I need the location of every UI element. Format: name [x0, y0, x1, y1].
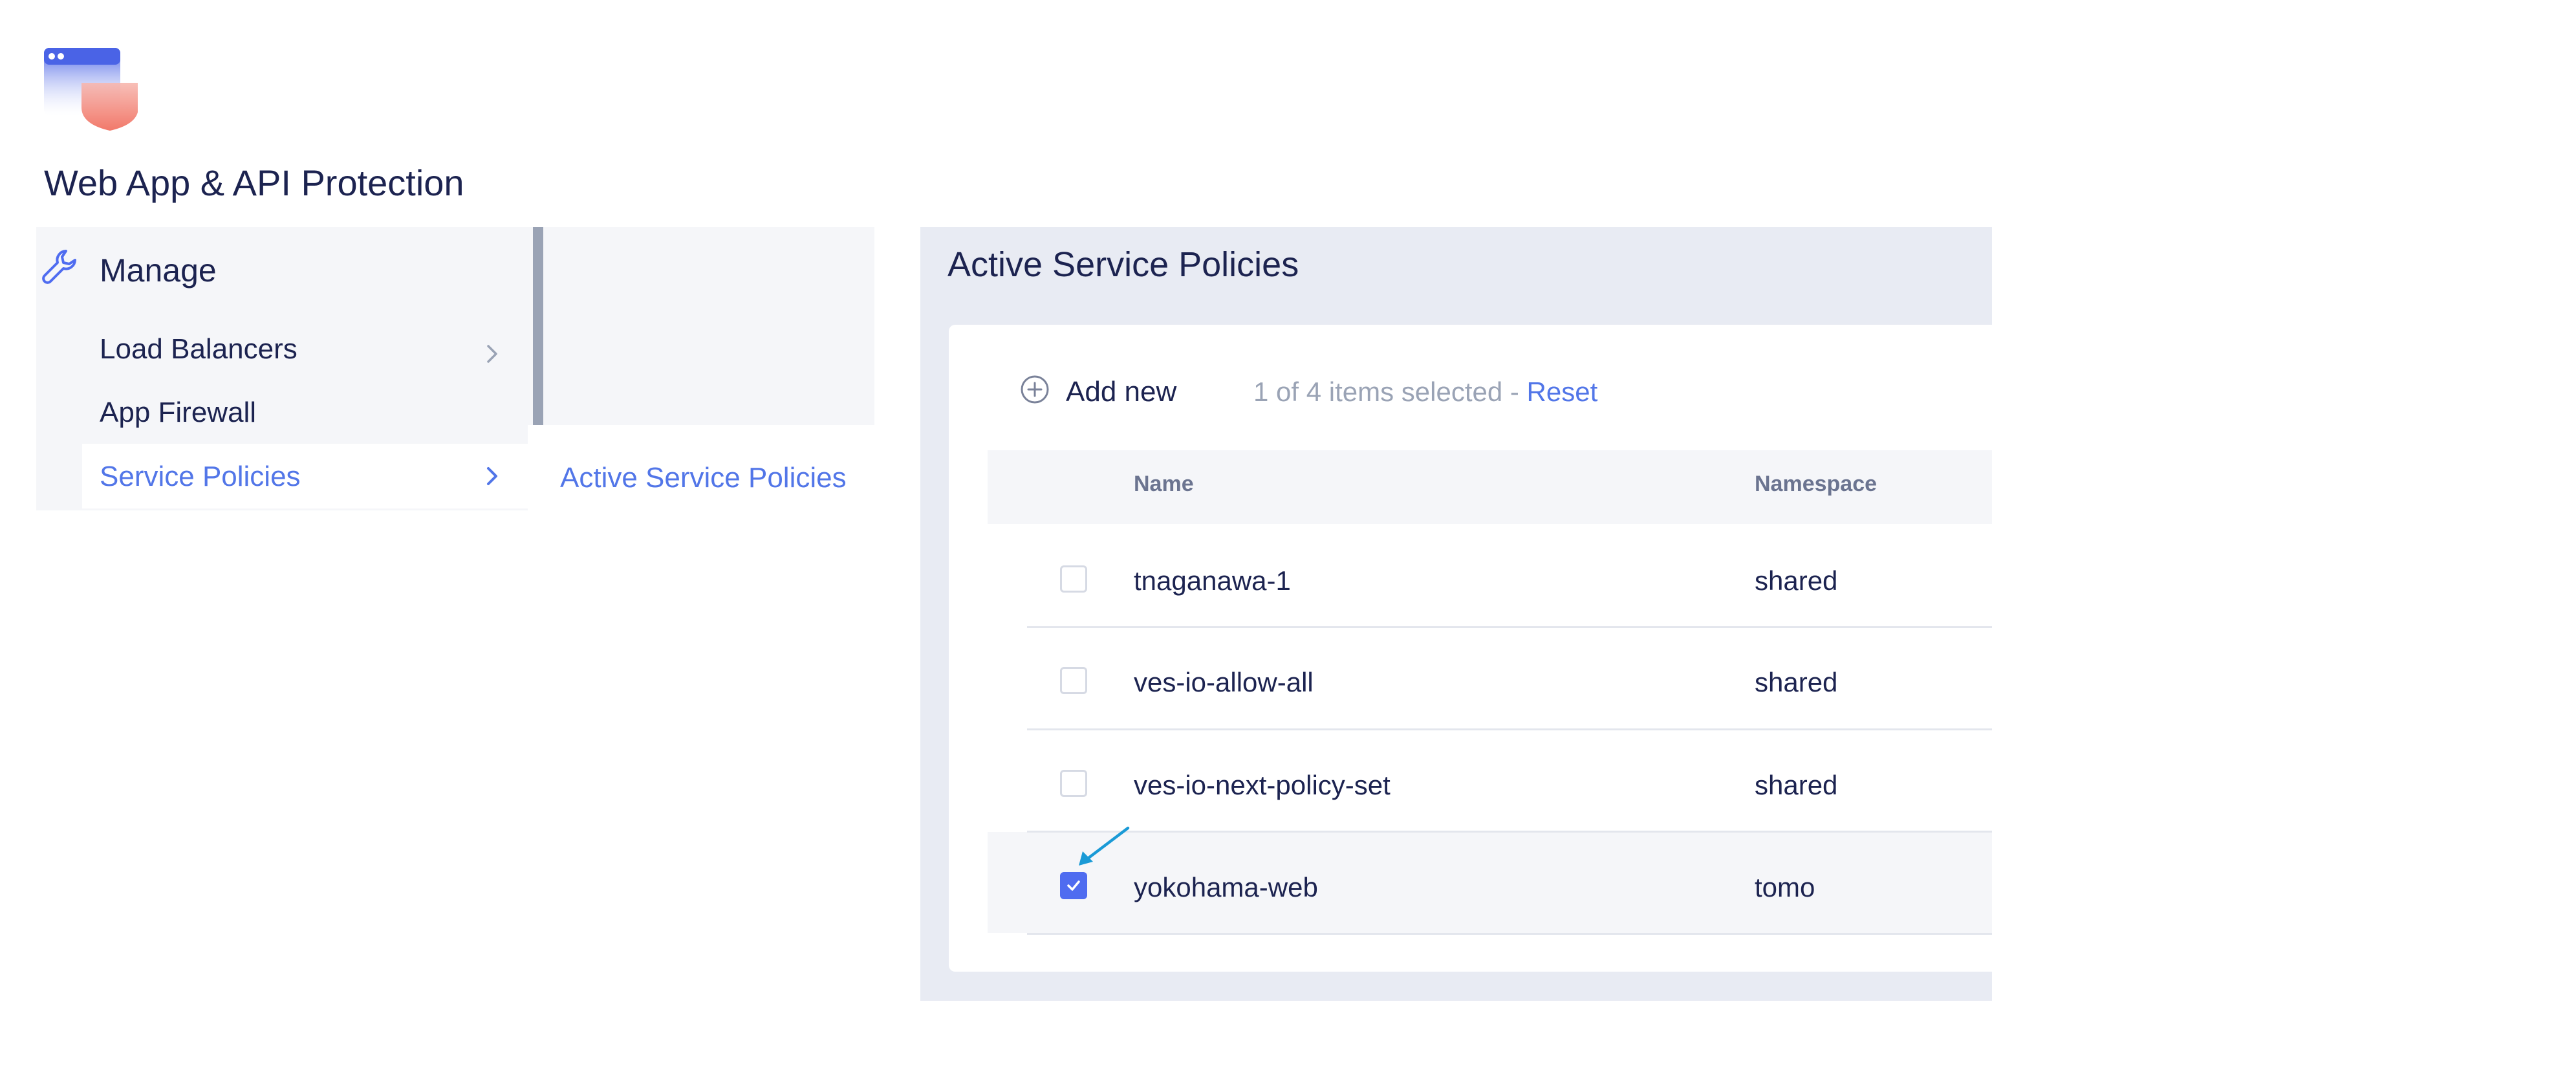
column-header-namespace[interactable]: Namespace: [1755, 472, 1877, 497]
table-cell-namespace: shared: [1755, 667, 1838, 697]
app-title: Web App & API Protection: [44, 162, 464, 203]
wrench-icon: [40, 247, 79, 286]
sidebar-item-label[interactable]: Service Policies: [100, 461, 301, 493]
row-divider: [1027, 728, 1992, 730]
sidebar-scrollbar[interactable]: [533, 227, 543, 426]
add-new-button[interactable]: Add new: [1066, 376, 1176, 408]
table-cell-name[interactable]: yokohama-web: [1134, 872, 1318, 903]
table-cell-name[interactable]: ves-io-allow-all: [1134, 667, 1314, 698]
annotation-arrow-icon: [1079, 826, 1130, 866]
row-checkbox[interactable]: [1060, 667, 1087, 694]
submenu-item-label[interactable]: Active Service Policies: [560, 462, 847, 494]
reset-link[interactable]: Reset: [1527, 377, 1598, 407]
submenu-panel: [543, 227, 874, 426]
sidebar-section-manage[interactable]: Manage: [100, 252, 217, 289]
check-icon: [1067, 880, 1080, 891]
page-title: Active Service Policies: [947, 245, 1299, 284]
row-checkbox[interactable]: [1060, 770, 1087, 797]
sidebar-item-app-firewall[interactable]: App Firewall: [100, 397, 256, 429]
chevron-right-icon: [487, 345, 497, 363]
column-header-name[interactable]: Name: [1134, 472, 1194, 497]
row-divider: [1027, 933, 1992, 935]
table-cell-name[interactable]: tnaganawa-1: [1134, 565, 1291, 596]
table-cell-name[interactable]: ves-io-next-policy-set: [1134, 770, 1391, 801]
selection-count-text: 1 of 4 items selected -: [1253, 377, 1527, 407]
row-checkbox-checked[interactable]: [1060, 872, 1087, 899]
row-checkbox[interactable]: [1060, 565, 1087, 593]
row-divider: [1027, 626, 1992, 628]
sidebar-item-load-balancers[interactable]: Load Balancers: [100, 333, 298, 366]
plus-circle-icon[interactable]: [1019, 374, 1050, 405]
row-divider: [1027, 831, 1992, 833]
web-app-shield-icon: [44, 48, 138, 131]
table-cell-namespace: tomo: [1755, 872, 1815, 902]
chevron-right-icon: [487, 467, 497, 485]
table-cell-namespace: shared: [1755, 770, 1838, 800]
table-cell-namespace: shared: [1755, 565, 1838, 596]
selection-status: 1 of 4 items selected - Reset: [1253, 377, 1597, 408]
